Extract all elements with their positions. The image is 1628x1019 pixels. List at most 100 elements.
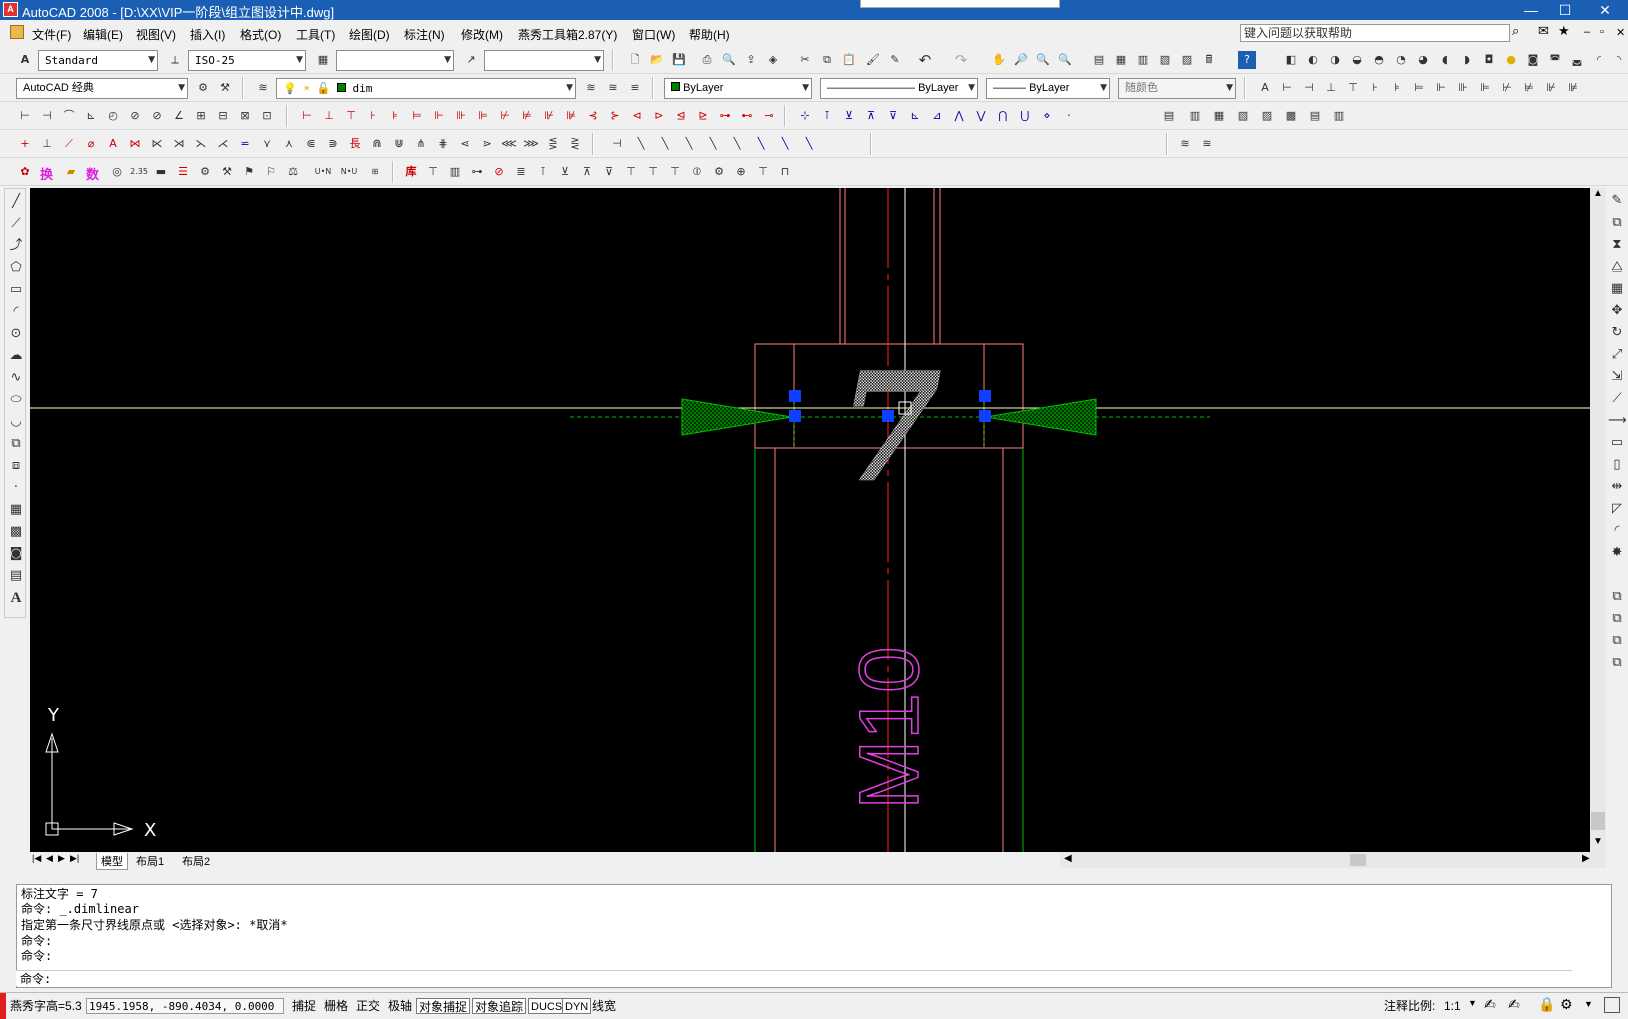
- close-button[interactable]: ✕: [1582, 0, 1628, 20]
- annotation-scale-value[interactable]: 1:1: [1442, 998, 1463, 1014]
- layer-tool-9-icon[interactable]: ◗: [1458, 51, 1476, 69]
- yx-draw-26-icon[interactable]: ⋛: [566, 135, 584, 153]
- search-icon[interactable]: ⌕: [1512, 24, 1519, 39]
- yx-dim-20-icon[interactable]: ⊶: [716, 107, 734, 125]
- yx-tool-16-icon[interactable]: ⊞: [364, 163, 386, 181]
- menu-insert[interactable]: 插入(I): [190, 26, 225, 43]
- yx-dim-11-icon[interactable]: ⊭: [518, 107, 536, 125]
- yx-dim-3-icon[interactable]: ⊤: [342, 107, 360, 125]
- yx-line-5-icon[interactable]: ╲: [704, 135, 722, 153]
- grid-toggle[interactable]: 栅格: [322, 998, 350, 1014]
- yx-line-1-icon[interactable]: ⊣: [608, 135, 626, 153]
- autocad-icon[interactable]: A: [3, 2, 18, 17]
- yx-part-9-icon[interactable]: ⊽: [600, 163, 618, 181]
- draworder-4-icon[interactable]: ⧉: [1608, 654, 1626, 672]
- diameter-dim-icon[interactable]: ⊘: [148, 107, 166, 125]
- layer-previous-icon[interactable]: ≊: [604, 79, 622, 97]
- menu-modify[interactable]: 修改(M): [461, 26, 503, 43]
- ducs-toggle[interactable]: DUCS: [528, 998, 566, 1014]
- yx-tol-1-icon[interactable]: ⊹: [796, 107, 814, 125]
- yx-tol-9-icon[interactable]: ⋁: [972, 107, 990, 125]
- yx-draw-18-icon[interactable]: ⋓: [390, 135, 408, 153]
- point-icon[interactable]: ·: [7, 479, 25, 497]
- grip-left-bottom[interactable]: [789, 410, 801, 422]
- menu-dimension[interactable]: 标注(N): [404, 26, 445, 43]
- yx-part-1-icon[interactable]: ⊤: [424, 163, 442, 181]
- scroll-thumb[interactable]: [1591, 812, 1605, 830]
- yx-tol-3-icon[interactable]: ⊻: [840, 107, 858, 125]
- scroll-right-arrow-icon[interactable]: ▶: [1582, 853, 1590, 864]
- menu-tools[interactable]: 工具(T): [296, 26, 335, 43]
- layer-tool-3-icon[interactable]: ◑: [1326, 51, 1344, 69]
- dim-tool-12-icon[interactable]: ⊭: [1520, 79, 1538, 97]
- yx-draw-17-icon[interactable]: ⋒: [368, 135, 386, 153]
- offset-icon[interactable]: ⧋: [1608, 258, 1626, 276]
- layer-tool-5-icon[interactable]: ◓: [1370, 51, 1388, 69]
- yx-layer-2-icon[interactable]: ≊: [1198, 135, 1216, 153]
- yx-part-4-icon[interactable]: ⊘: [490, 163, 508, 181]
- yx-draw-19-icon[interactable]: ⋔: [412, 135, 430, 153]
- table-icon[interactable]: ▤: [7, 567, 25, 585]
- yx-draw-7-icon[interactable]: ⋉: [148, 135, 166, 153]
- zoom-window-icon[interactable]: 🔍: [1034, 51, 1052, 69]
- yx-dim-21-icon[interactable]: ⊷: [738, 107, 756, 125]
- quick-dim-icon[interactable]: ⊞: [192, 107, 210, 125]
- tray-settings-icon[interactable]: ⚙: [1560, 997, 1573, 1013]
- multiline-text-icon[interactable]: A: [7, 589, 25, 607]
- communication-icon[interactable]: ✉: [1538, 24, 1549, 39]
- yx-draw-2-icon[interactable]: ⊥: [38, 135, 56, 153]
- annotation-scale-dropdown-icon[interactable]: ▼: [1468, 998, 1477, 1008]
- yx-tool-8-icon[interactable]: ☰: [174, 163, 192, 181]
- yx-text-2-icon[interactable]: ▥: [1186, 107, 1204, 125]
- continue-dim-icon[interactable]: ⊠: [236, 107, 254, 125]
- yx-part-2-icon[interactable]: ▥: [446, 163, 464, 181]
- dim-tool-1-icon[interactable]: ⊢: [1278, 79, 1296, 97]
- lineweight-toggle[interactable]: 线宽: [590, 998, 618, 1014]
- design-center-icon[interactable]: ▦: [1112, 51, 1130, 69]
- tolerance-icon[interactable]: ⊡: [258, 107, 276, 125]
- yx-dim-14-icon[interactable]: ⊰: [584, 107, 602, 125]
- yx-line-2-icon[interactable]: ╲: [632, 135, 650, 153]
- layer-tool-2-icon[interactable]: ◐: [1304, 51, 1322, 69]
- menu-format[interactable]: 格式(O): [240, 26, 281, 43]
- menu-window[interactable]: 窗口(W): [632, 26, 675, 43]
- help-icon[interactable]: ?: [1238, 51, 1256, 69]
- yx-draw-4-icon[interactable]: ⌀: [82, 135, 100, 153]
- grip-right-top[interactable]: [979, 390, 991, 402]
- yx-text-4-icon[interactable]: ▧: [1234, 107, 1252, 125]
- yx-part-8-icon[interactable]: ⊼: [578, 163, 596, 181]
- fillet-icon[interactable]: ◜: [1608, 522, 1626, 540]
- tab-last-icon[interactable]: ▶|: [70, 853, 79, 864]
- multileader-style-select[interactable]: ▼: [484, 50, 604, 71]
- workspace-select[interactable]: AutoCAD 经典 ▼: [16, 78, 188, 99]
- menu-help[interactable]: 帮助(H): [689, 26, 730, 43]
- tab-next-icon[interactable]: ▶: [58, 853, 65, 864]
- yx-dim-18-icon[interactable]: ⊴: [672, 107, 690, 125]
- yx-tool-11-icon[interactable]: ⚑: [240, 163, 258, 181]
- doc-close-button[interactable]: ✕: [1616, 26, 1625, 39]
- yx-draw-15-icon[interactable]: ⋑: [324, 135, 342, 153]
- dim-tool-6-icon[interactable]: ⊧: [1388, 79, 1406, 97]
- yx-tol-10-icon[interactable]: ⋂: [994, 107, 1012, 125]
- color-select[interactable]: ByLayer ▼: [664, 78, 812, 99]
- document-icon[interactable]: [10, 25, 24, 39]
- multileader-style-icon[interactable]: ↗: [462, 51, 480, 69]
- yx-draw-13-icon[interactable]: ⋏: [280, 135, 298, 153]
- yx-tol-5-icon[interactable]: ⊽: [884, 107, 902, 125]
- text-style-select[interactable]: Standard ▼: [38, 50, 158, 71]
- scroll-down-arrow-icon[interactable]: ▼: [1593, 836, 1603, 847]
- yx-part-3-icon[interactable]: ⊶: [468, 163, 486, 181]
- yx-part-16-icon[interactable]: ⊤: [754, 163, 772, 181]
- help-search-input[interactable]: 键入问题以获取帮助: [1240, 24, 1510, 42]
- explode-icon[interactable]: ✸: [1608, 544, 1626, 562]
- yx-part-11-icon[interactable]: ⊤: [644, 163, 662, 181]
- yx-draw-5-icon[interactable]: A: [104, 135, 122, 153]
- yx-part-10-icon[interactable]: ⊤: [622, 163, 640, 181]
- dim-tool-5-icon[interactable]: ⊦: [1366, 79, 1384, 97]
- text-tool-icon[interactable]: A: [1256, 79, 1274, 97]
- copy-icon[interactable]: ⧉: [818, 51, 836, 69]
- yx-part-14-icon[interactable]: ⚙: [710, 163, 728, 181]
- yx-draw-1-icon[interactable]: +: [16, 135, 34, 153]
- yx-text-3-icon[interactable]: ▦: [1210, 107, 1228, 125]
- lineweight-select[interactable]: ——— ByLayer ▼: [986, 78, 1110, 99]
